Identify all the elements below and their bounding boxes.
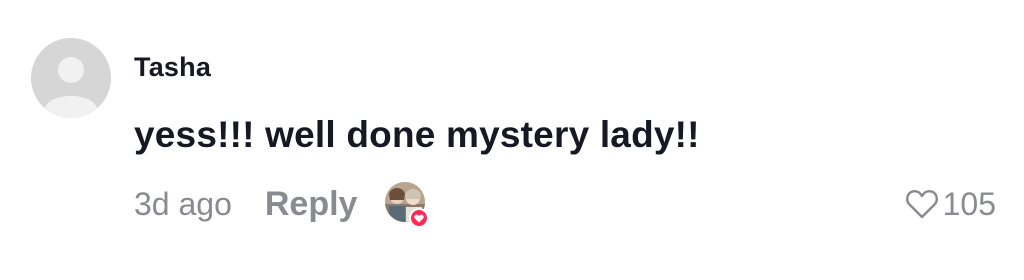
- creator-liked-indicator[interactable]: [385, 182, 430, 228]
- heart-badge-icon: [409, 208, 430, 228]
- reply-button[interactable]: Reply: [265, 185, 358, 224]
- comment-item: Tasha yess!!! well done mystery lady!! 3…: [0, 0, 1024, 280]
- comment-actions: 3d ago Reply: [134, 182, 430, 228]
- heart-outline-icon: [905, 190, 938, 219]
- like-count: 105: [942, 185, 996, 222]
- user-avatar[interactable]: [31, 38, 111, 118]
- comment-text: yess!!! well done mystery lady!!: [134, 114, 700, 155]
- username[interactable]: Tasha: [134, 52, 211, 83]
- timestamp: 3d ago: [134, 185, 232, 222]
- default-avatar-icon: [31, 38, 111, 118]
- like-button[interactable]: 105: [905, 182, 996, 226]
